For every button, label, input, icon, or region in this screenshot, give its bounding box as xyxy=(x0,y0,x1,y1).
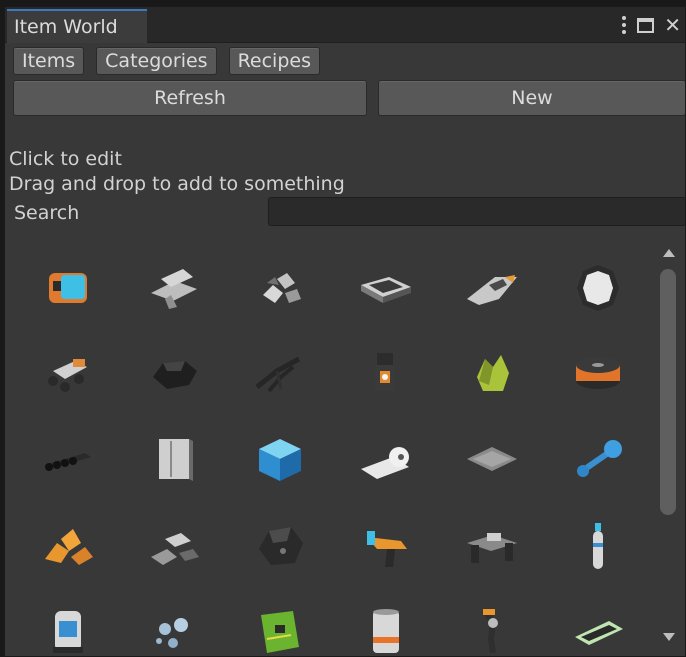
item-bubbles[interactable] xyxy=(121,589,227,656)
item-world-window: Item World ✕ Items Categories Recipes Re… xyxy=(4,6,686,657)
item-robot-arm[interactable] xyxy=(439,589,545,656)
scanner-device-icon xyxy=(49,273,87,303)
lantern-device-icon xyxy=(375,353,395,391)
dark-meteorite-icon xyxy=(259,527,303,565)
workbench-icon xyxy=(467,533,517,563)
item-rock-lump[interactable] xyxy=(121,331,227,417)
window-controls: ✕ xyxy=(621,12,681,38)
blaster-tool-icon xyxy=(367,531,407,567)
item-grey-stones[interactable] xyxy=(121,503,227,589)
item-blue-dumbbell[interactable] xyxy=(545,417,651,503)
item-folding-frame[interactable] xyxy=(227,331,333,417)
item-glass-shard[interactable] xyxy=(545,589,651,656)
search-label: Search xyxy=(14,202,80,224)
item-spaceship[interactable] xyxy=(439,245,545,331)
item-lantern-device[interactable] xyxy=(333,331,439,417)
circuit-board-icon xyxy=(261,611,299,653)
tab-item-world[interactable]: Item World xyxy=(7,9,147,43)
glass-shard-icon xyxy=(575,621,623,645)
metal-plate-stack-icon xyxy=(151,269,197,309)
item-scanner-device[interactable] xyxy=(15,245,121,331)
item-copper-spool[interactable] xyxy=(545,331,651,417)
item-canister[interactable] xyxy=(333,589,439,656)
view-toggles: Items Categories Recipes xyxy=(13,47,320,75)
item-blue-cube[interactable] xyxy=(227,417,333,503)
help-text-drag: Drag and drop to add to something xyxy=(9,173,345,195)
spaceship-icon xyxy=(467,275,517,305)
item-rover-vehicle[interactable] xyxy=(15,331,121,417)
title-bar: Item World ✕ xyxy=(5,7,685,43)
scrollbar-thumb[interactable] xyxy=(660,269,676,515)
item-circuit-board[interactable] xyxy=(227,589,333,656)
item-dark-meteorite[interactable] xyxy=(227,503,333,589)
vertical-scrollbar[interactable] xyxy=(659,245,683,645)
robot-arm-icon xyxy=(482,609,498,654)
blue-cube-icon xyxy=(259,439,301,481)
fabric-roll-icon xyxy=(361,447,409,479)
backpack-icon xyxy=(53,611,83,653)
grey-stones-icon xyxy=(151,533,199,565)
rock-lump-icon xyxy=(153,361,197,389)
close-icon[interactable]: ✕ xyxy=(664,14,681,36)
mesh-plate-icon xyxy=(467,447,517,471)
item-mesh-plate[interactable] xyxy=(439,417,545,503)
toggle-recipes[interactable]: Recipes xyxy=(228,47,320,75)
metal-panel-icon xyxy=(159,439,193,481)
orange-ore-icon xyxy=(45,529,93,565)
item-fabric-roll[interactable] xyxy=(333,417,439,503)
item-scrap-pile[interactable] xyxy=(227,245,333,331)
item-green-crystal[interactable] xyxy=(439,331,545,417)
more-options-icon[interactable] xyxy=(621,16,627,34)
refresh-button[interactable]: Refresh xyxy=(13,80,367,116)
scroll-up-icon[interactable] xyxy=(663,249,675,257)
copper-spool-icon xyxy=(576,357,620,389)
metal-tray-icon xyxy=(361,277,411,303)
item-gas-cylinder[interactable] xyxy=(545,503,651,589)
bubbles-icon xyxy=(156,618,188,648)
new-button[interactable]: New xyxy=(378,80,685,116)
pipe-bundle-icon xyxy=(45,453,91,471)
toggle-categories[interactable]: Categories xyxy=(96,47,217,75)
rover-vehicle-icon xyxy=(48,359,87,392)
item-orange-ore[interactable] xyxy=(15,503,121,589)
canister-icon xyxy=(373,609,399,653)
blue-dumbbell-icon xyxy=(577,440,622,477)
scrap-pile-icon xyxy=(263,273,301,303)
item-workbench[interactable] xyxy=(439,503,545,589)
item-backpack[interactable] xyxy=(15,589,121,656)
search-input[interactable] xyxy=(268,197,685,226)
item-pipe-bundle[interactable] xyxy=(15,417,121,503)
round-mirror-icon xyxy=(577,265,619,311)
item-round-mirror[interactable] xyxy=(545,245,651,331)
item-metal-plate-stack[interactable] xyxy=(121,245,227,331)
scroll-down-icon[interactable] xyxy=(663,633,675,641)
item-metal-tray[interactable] xyxy=(333,245,439,331)
help-text-edit: Click to edit xyxy=(9,148,122,170)
item-blaster-tool[interactable] xyxy=(333,503,439,589)
item-grid xyxy=(15,245,655,654)
toggle-items[interactable]: Items xyxy=(13,47,85,75)
green-crystal-icon xyxy=(477,355,509,391)
maximize-icon[interactable] xyxy=(637,17,655,33)
folding-frame-icon xyxy=(255,356,301,393)
item-metal-panel[interactable] xyxy=(121,417,227,503)
gas-cylinder-icon xyxy=(593,523,603,569)
